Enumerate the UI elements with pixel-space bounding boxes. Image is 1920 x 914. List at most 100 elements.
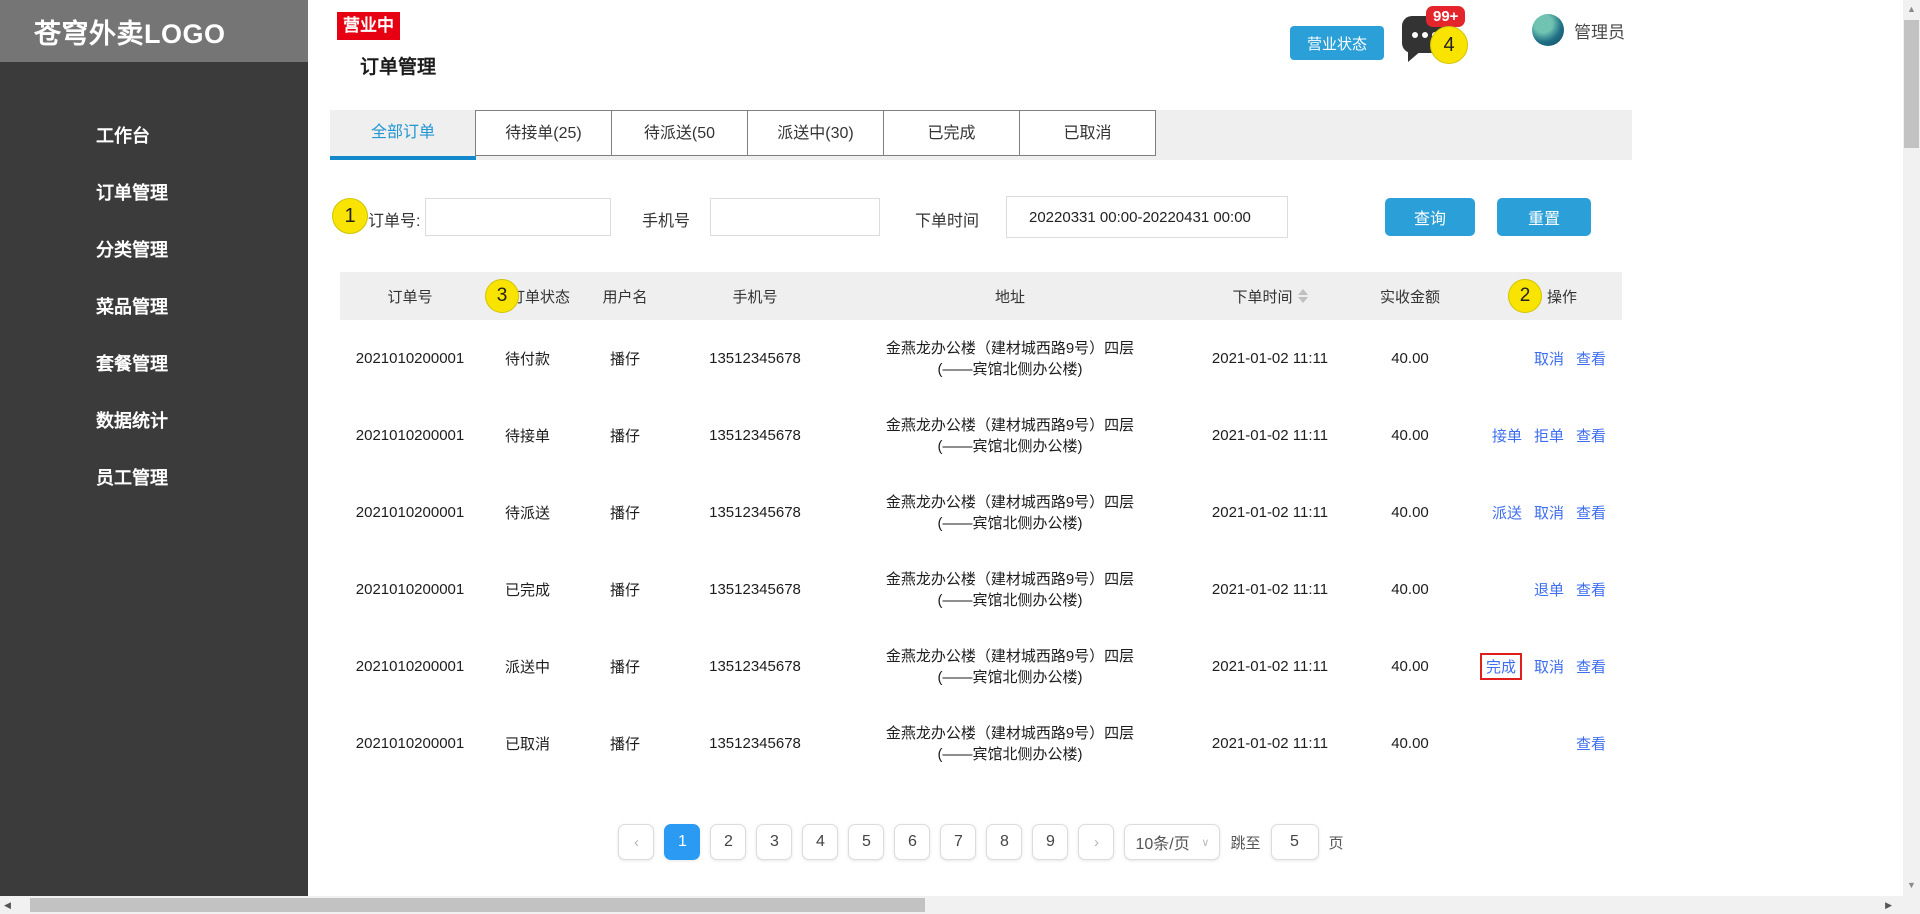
cell-order-time: 2021-01-02 11:11 xyxy=(1185,581,1355,598)
sidebar: 苍穹外卖LOGO 工作台订单管理分类管理菜品管理套餐管理数据统计员工管理 xyxy=(0,0,308,896)
cell-status: 待派送 xyxy=(480,502,575,523)
sidebar-item-套餐管理[interactable]: 套餐管理 xyxy=(0,336,308,393)
table-row: 2021010200001待付款播仔13512345678金燕龙办公楼（建材城西… xyxy=(340,320,1622,397)
next-page-button[interactable]: › xyxy=(1078,824,1114,860)
scroll-down-arrow-icon[interactable]: ▼ xyxy=(1903,880,1920,890)
cell-order-no: 2021010200001 xyxy=(340,658,480,675)
address-line-1: 金燕龙办公楼（建材城西路9号）四层 xyxy=(835,569,1185,590)
action-link-退单[interactable]: 退单 xyxy=(1534,579,1564,600)
cell-phone: 13512345678 xyxy=(675,427,835,444)
vertical-scrollbar-thumb[interactable] xyxy=(1904,20,1919,148)
tab-全部订单[interactable]: 全部订单 xyxy=(330,110,476,160)
search-button[interactable]: 查询 xyxy=(1385,198,1475,236)
sidebar-item-菜品管理[interactable]: 菜品管理 xyxy=(0,279,308,336)
main-content: 营业中 订单管理 营业状态 99+ 4 管理员 全部订单待接单(25)待派送(5… xyxy=(308,0,1903,896)
tab-派送中(30)[interactable]: 派送中(30) xyxy=(747,110,884,156)
address-line-1: 金燕龙办公楼（建材城西路9号）四层 xyxy=(835,492,1185,513)
prev-page-button[interactable]: ‹ xyxy=(618,824,654,860)
action-link-查看[interactable]: 查看 xyxy=(1576,656,1606,677)
business-status-button[interactable]: 营业状态 xyxy=(1290,26,1384,60)
page-button-1[interactable]: 1 xyxy=(664,824,700,860)
tab-已完成[interactable]: 已完成 xyxy=(883,110,1020,156)
table-row: 2021010200001待派送播仔13512345678金燕龙办公楼（建材城西… xyxy=(340,474,1622,551)
cell-order-time: 2021-01-02 11:11 xyxy=(1185,427,1355,444)
scroll-right-arrow-icon[interactable]: ▶ xyxy=(1885,900,1892,911)
page-button-8[interactable]: 8 xyxy=(986,824,1022,860)
filter-bar: 1 订单号: 手机号 下单时间 查询 重置 xyxy=(330,160,1632,272)
cell-status: 已完成 xyxy=(480,579,575,600)
cell-order-time: 2021-01-02 11:11 xyxy=(1185,735,1355,752)
action-link-查看[interactable]: 查看 xyxy=(1576,579,1606,600)
action-link-查看[interactable]: 查看 xyxy=(1576,425,1606,446)
page-button-6[interactable]: 6 xyxy=(894,824,930,860)
order-status-tabs: 全部订单待接单(25)待派送(50派送中(30)已完成已取消 xyxy=(330,110,1632,160)
action-link-接单[interactable]: 接单 xyxy=(1492,425,1522,446)
action-link-取消[interactable]: 取消 xyxy=(1534,348,1564,369)
user-menu[interactable]: 管理员 xyxy=(1532,14,1625,46)
sidebar-item-员工管理[interactable]: 员工管理 xyxy=(0,450,308,507)
cell-amount: 40.00 xyxy=(1355,504,1465,521)
cell-status: 待付款 xyxy=(480,348,575,369)
page-button-9[interactable]: 9 xyxy=(1032,824,1068,860)
reset-button[interactable]: 重置 xyxy=(1497,198,1591,236)
action-link-取消[interactable]: 取消 xyxy=(1534,502,1564,523)
sidebar-item-工作台[interactable]: 工作台 xyxy=(0,108,308,165)
cell-actions: 完成取消查看 xyxy=(1465,653,1620,680)
order-time-range-input[interactable] xyxy=(1006,196,1288,238)
tab-待派送(50[interactable]: 待派送(50 xyxy=(611,110,748,156)
address-line-2: (——宾馆北侧办公楼) xyxy=(835,513,1185,534)
sidebar-menu: 工作台订单管理分类管理菜品管理套餐管理数据统计员工管理 xyxy=(0,62,308,507)
page-button-2[interactable]: 2 xyxy=(710,824,746,860)
scroll-up-arrow-icon[interactable]: ▲ xyxy=(1903,4,1920,14)
sidebar-item-分类管理[interactable]: 分类管理 xyxy=(0,222,308,279)
jump-page-input[interactable]: 5 xyxy=(1271,824,1319,860)
address-line-1: 金燕龙办公楼（建材城西路9号）四层 xyxy=(835,415,1185,436)
page-button-4[interactable]: 4 xyxy=(802,824,838,860)
tab-已取消[interactable]: 已取消 xyxy=(1019,110,1156,156)
cell-actions: 取消查看 xyxy=(1465,348,1620,369)
address-line-2: (——宾馆北侧办公楼) xyxy=(835,590,1185,611)
caret-down-icon xyxy=(1298,297,1308,303)
horizontal-scrollbar[interactable]: ◀ ▶ xyxy=(0,896,1920,914)
sort-icon[interactable] xyxy=(1298,289,1308,303)
page-size-select[interactable]: 10条/页 ∨ xyxy=(1124,824,1220,860)
column-header-label: 订单状态 xyxy=(510,286,570,307)
page-button-7[interactable]: 7 xyxy=(940,824,976,860)
action-link-派送[interactable]: 派送 xyxy=(1492,502,1522,523)
annotation-marker-2: 2 xyxy=(1508,279,1542,313)
cell-user: 播仔 xyxy=(575,348,675,369)
action-link-拒单[interactable]: 拒单 xyxy=(1534,425,1564,446)
sidebar-item-订单管理[interactable]: 订单管理 xyxy=(0,165,308,222)
cell-amount: 40.00 xyxy=(1355,581,1465,598)
cell-amount: 40.00 xyxy=(1355,350,1465,367)
avatar[interactable] xyxy=(1532,14,1564,46)
message-count-badge: 99+ xyxy=(1426,6,1465,27)
vertical-scrollbar[interactable]: ▲ ▼ xyxy=(1903,0,1920,896)
action-link-完成[interactable]: 完成 xyxy=(1480,653,1522,680)
cell-phone: 13512345678 xyxy=(675,581,835,598)
column-header-label: 订单号 xyxy=(387,286,432,307)
pager-pages: ‹ 123456789 › xyxy=(618,824,1114,860)
cell-address: 金燕龙办公楼（建材城西路9号）四层(——宾馆北侧办公楼) xyxy=(835,415,1185,457)
column-header: 实收金额 xyxy=(1355,286,1465,307)
order-no-input[interactable] xyxy=(425,198,611,236)
action-link-查看[interactable]: 查看 xyxy=(1576,733,1606,754)
order-no-label: 订单号: xyxy=(368,207,420,231)
order-time-label: 下单时间 xyxy=(915,207,979,231)
table-row: 2021010200001派送中播仔13512345678金燕龙办公楼（建材城西… xyxy=(340,628,1622,705)
page-button-3[interactable]: 3 xyxy=(756,824,792,860)
tab-待接单(25)[interactable]: 待接单(25) xyxy=(475,110,612,156)
action-link-查看[interactable]: 查看 xyxy=(1576,348,1606,369)
cell-order-time: 2021-01-02 11:11 xyxy=(1185,504,1355,521)
cell-order-no: 2021010200001 xyxy=(340,504,480,521)
cell-order-no: 2021010200001 xyxy=(340,427,480,444)
action-link-取消[interactable]: 取消 xyxy=(1534,656,1564,677)
sidebar-item-数据统计[interactable]: 数据统计 xyxy=(0,393,308,450)
action-link-查看[interactable]: 查看 xyxy=(1576,502,1606,523)
phone-input[interactable] xyxy=(710,198,880,236)
page-button-5[interactable]: 5 xyxy=(848,824,884,860)
horizontal-scrollbar-thumb[interactable] xyxy=(30,898,925,912)
cell-amount: 40.00 xyxy=(1355,427,1465,444)
messages-button[interactable]: 99+ 4 xyxy=(1402,12,1452,60)
scroll-left-arrow-icon[interactable]: ◀ xyxy=(4,900,11,911)
